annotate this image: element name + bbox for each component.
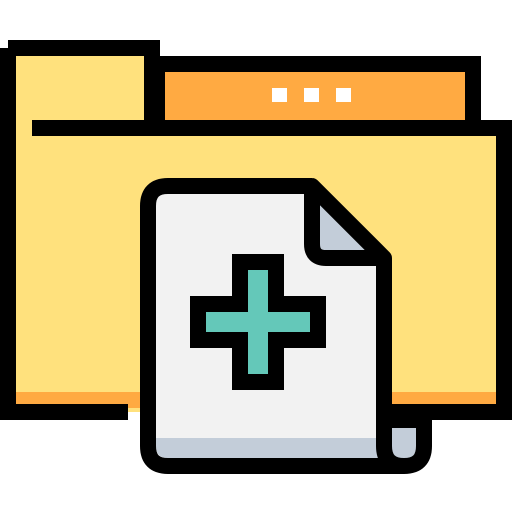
tab-dot	[336, 88, 351, 102]
tab-dot	[304, 88, 319, 102]
icon-canvas	[0, 0, 512, 512]
tab-dot	[272, 88, 287, 102]
add-file-to-folder-icon	[0, 40, 512, 474]
